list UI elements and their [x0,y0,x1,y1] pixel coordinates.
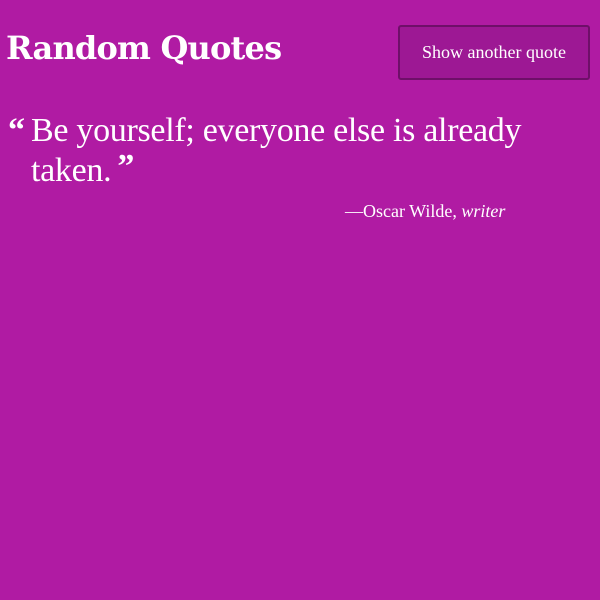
author-role: writer [461,201,506,221]
quote-app: Random Quotes Show another quote “ Be yo… [0,0,600,600]
app-title: Random Quotes [6,29,282,67]
open-quote-icon: “ [8,112,25,149]
quote-author: Oscar Wilde [363,201,453,221]
quote-attribution: —Oscar Wilde, writer [345,199,505,223]
quote-text: Be yourself; everyone else is already ta… [31,112,522,189]
quote-block: “ Be yourself; everyone else is already … [8,112,578,190]
attribution-dash: — [345,201,363,221]
quote-text-container: Be yourself; everyone else is already ta… [31,112,578,190]
close-quote-icon: ” [117,148,135,185]
show-another-quote-button[interactable]: Show another quote [398,25,590,80]
